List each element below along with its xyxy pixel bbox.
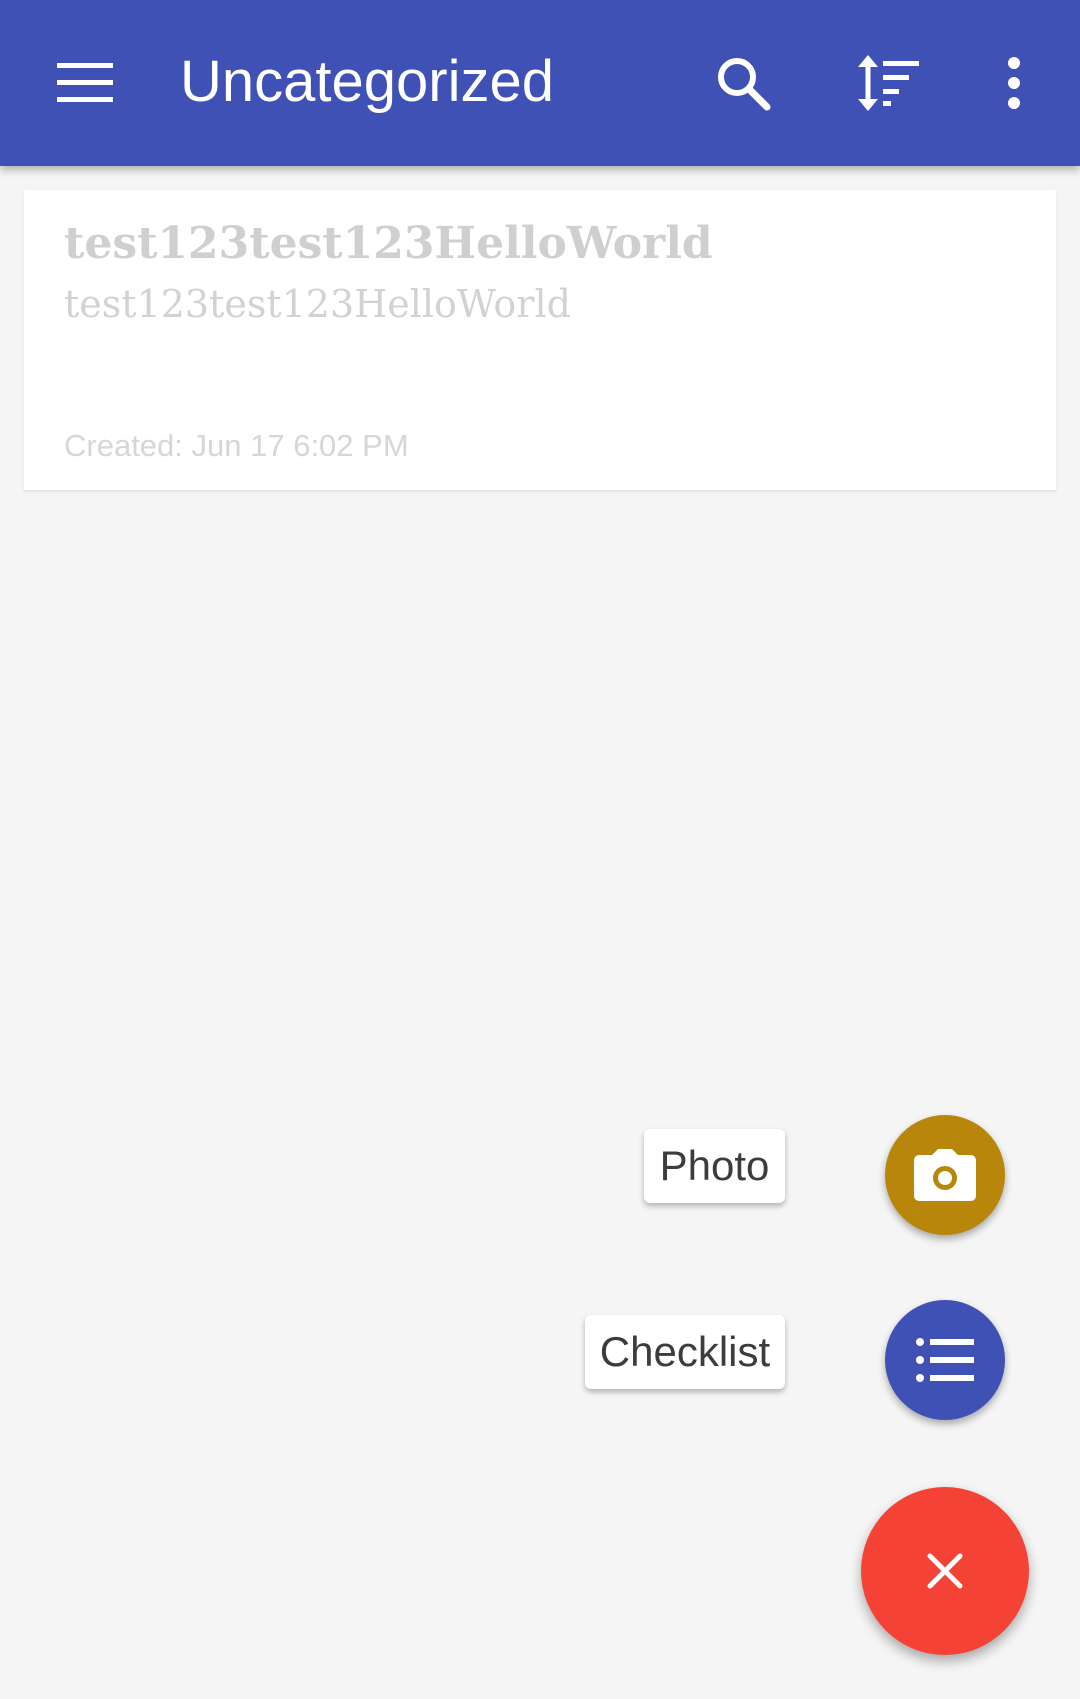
menu-icon bbox=[57, 63, 113, 102]
more-options-button[interactable] bbox=[969, 38, 1059, 128]
more-vert-icon bbox=[1008, 57, 1020, 109]
close-fab[interactable] bbox=[861, 1487, 1029, 1655]
photo-fab[interactable] bbox=[885, 1115, 1005, 1235]
checklist-label[interactable]: Checklist bbox=[585, 1315, 785, 1389]
close-icon bbox=[927, 1553, 963, 1589]
sort-button[interactable] bbox=[843, 38, 933, 128]
checklist-label-text: Checklist bbox=[599, 1328, 771, 1375]
checklist-fab[interactable] bbox=[885, 1300, 1005, 1420]
note-title: test123test123HelloWorld bbox=[64, 218, 713, 269]
note-created-date: Created: Jun 17 6:02 PM bbox=[64, 428, 409, 463]
page-title: Uncategorized bbox=[180, 49, 554, 114]
app-bar: Uncategorized bbox=[0, 0, 1080, 166]
list-icon bbox=[916, 1338, 974, 1382]
note-card[interactable]: test123test123HelloWorld test123test123H… bbox=[24, 190, 1056, 490]
photo-label-text: Photo bbox=[659, 1142, 770, 1189]
camera-icon bbox=[914, 1149, 976, 1201]
note-body: test123test123HelloWorld bbox=[64, 282, 571, 326]
search-icon bbox=[718, 58, 771, 111]
photo-label[interactable]: Photo bbox=[644, 1129, 785, 1203]
sort-icon bbox=[858, 55, 919, 111]
menu-button[interactable] bbox=[40, 38, 130, 128]
search-button[interactable] bbox=[698, 38, 788, 128]
